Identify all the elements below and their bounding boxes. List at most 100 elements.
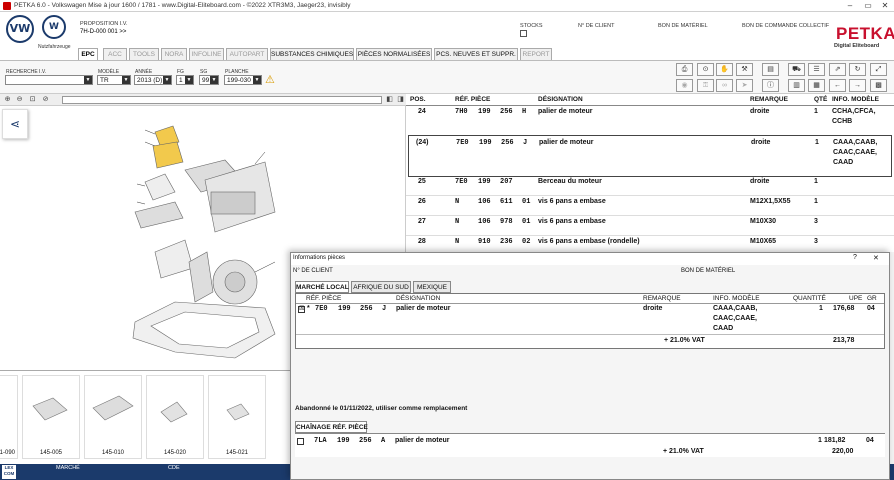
tab-afrique-du-sud[interactable]: AFRIQUE DU SUD — [351, 281, 411, 293]
table-row[interactable]: 24 7H0 199 256 H palier de moteur droite… — [406, 106, 894, 136]
client-label: N° DE CLIENT — [578, 23, 615, 29]
grid-icon[interactable]: ▩ — [870, 79, 887, 92]
vw-nutz-logo: W — [42, 15, 66, 39]
modele-select[interactable]: TR ▼ — [97, 75, 131, 85]
filter-toolbar: RECHERCHE I.V. ▼ MODÈLE TR ▼ ANNÉE 2013 (… — [0, 60, 894, 94]
warning-icon[interactable]: ⚠ — [265, 73, 275, 86]
rotate-icon[interactable]: ↻ — [849, 63, 866, 76]
send-icon[interactable]: ➤ — [736, 79, 753, 92]
lexcom-badge: LEX COM — [2, 465, 16, 479]
table-row[interactable]: 25 7E0 199 207 Berceau du moteur droite … — [406, 178, 894, 196]
tab-infoline[interactable]: INFOLINE — [189, 48, 224, 60]
eye-icon[interactable]: ◉ — [676, 79, 693, 92]
brand-name: Nutzfahrzeuge — [38, 44, 71, 50]
chevron-down-icon: ▼ — [210, 76, 218, 84]
exploded-parts-diagram[interactable] — [115, 112, 285, 364]
table-row[interactable]: 27 N 106 978 01 vis 6 pans a embase M10X… — [406, 218, 894, 236]
zoom-out-icon[interactable]: ⊖ — [15, 95, 24, 104]
window-title: PETKA 6.0 - Volkswagen Mise à jour 1600 … — [14, 2, 351, 9]
tab-nora[interactable]: NORA — [161, 48, 187, 60]
thumbnail[interactable]: 1-090 — [0, 375, 18, 459]
fg-select[interactable]: 1 ▼ — [176, 75, 194, 85]
book-icon[interactable]: ▥ — [788, 79, 805, 92]
close-window-button[interactable]: ✕ — [877, 0, 893, 12]
zoom-reset-icon[interactable]: ⊘ — [41, 95, 50, 104]
recherche-input[interactable]: ▼ — [5, 75, 93, 85]
row-checkbox[interactable]: ☒ — [298, 306, 305, 313]
prev-page-icon[interactable]: ◧ — [385, 95, 394, 104]
dialog-client-label: N° DE CLIENT — [293, 268, 333, 274]
col-designation[interactable]: DÉSIGNATION — [538, 96, 583, 103]
col-remarque[interactable]: REMARQUE — [750, 96, 788, 103]
col-info[interactable]: INFO. MODÈLE — [832, 96, 879, 103]
minimize-button[interactable]: – — [842, 0, 858, 12]
key-icon[interactable]: ⚿ — [697, 79, 714, 92]
tab-chainage[interactable]: CHAÎNAGE RÉF. PIÈCE — [295, 421, 368, 433]
marche-label: MARCHÉ — [56, 465, 80, 471]
thumbnail[interactable]: 145-005 — [22, 375, 80, 459]
chain-total-price: 220,00 — [832, 448, 854, 455]
cart-icon[interactable]: ⛟ — [788, 63, 805, 76]
proposition-value[interactable]: 7H-D-000 001 >> — [80, 29, 126, 35]
parts-info-dialog: Informations pièces ? ✕ N° DE CLIENT BON… — [290, 252, 890, 480]
vw-logo: VW — [6, 15, 34, 43]
stocks-checkbox[interactable] — [520, 30, 527, 37]
chevron-down-icon: ▼ — [253, 76, 261, 84]
table-row-selected[interactable]: (24) 7E0 199 256 J palier de moteur droi… — [408, 135, 892, 177]
sheet-icon[interactable]: ▦ — [808, 79, 825, 92]
thumbnail[interactable]: 145-010 — [84, 375, 142, 459]
sg-select[interactable]: 99 ▼ — [199, 75, 219, 85]
dcol-designation: DÉSIGNATION — [396, 295, 441, 302]
table-row[interactable]: 28 N 910 236 02 vis 6 pans a embase (ron… — [406, 238, 894, 252]
thumbnail-strip: 1-090 145-005 145-010 145-020 145-021 — [0, 370, 290, 464]
dcol-gr: GR — [867, 295, 877, 302]
handshake-icon[interactable]: ✋ — [716, 63, 733, 76]
tab-substances[interactable]: SUBSTANCES CHIMIQUES — [270, 48, 354, 60]
chevron-down-icon: ▼ — [122, 76, 130, 84]
pin-icon[interactable]: ⇗ — [829, 63, 846, 76]
col-qte[interactable]: QTÉ — [814, 96, 827, 103]
zoom-bar: ⊕ ⊖ ⊡ ⊘ ◧ ◨ — [0, 94, 406, 106]
stamp-icon[interactable]: ⊙ — [697, 63, 714, 76]
tab-acc[interactable]: ACC — [103, 48, 127, 60]
share-icon[interactable]: ⋖ — [2, 109, 28, 139]
zoom-in-icon[interactable]: ⊕ — [3, 95, 12, 104]
vat-label: + 21.0% VAT — [664, 337, 705, 344]
planche-select[interactable]: 199-030 ▼ — [224, 75, 262, 85]
tab-mexique[interactable]: MEXIQUE — [413, 281, 451, 293]
tab-tools[interactable]: TOOLS — [129, 48, 159, 60]
zoom-fit-icon[interactable]: ⊡ — [28, 95, 37, 104]
table-row[interactable]: 26 N 106 611 01 vis 6 pans a embase M12X… — [406, 198, 894, 216]
arrow-right-icon[interactable]: → — [849, 79, 866, 92]
zoom-slider[interactable] — [62, 96, 382, 104]
help-icon[interactable]: ? — [853, 254, 857, 261]
tab-pieces-normalisees[interactable]: PIÈCES NORMALISÉES — [356, 48, 432, 60]
next-page-icon[interactable]: ◨ — [396, 95, 405, 104]
info-icon[interactable]: ⓘ — [762, 79, 779, 92]
print-icon[interactable]: ⎙ — [676, 63, 693, 76]
col-ref[interactable]: RÉF. PIÈCE — [455, 96, 490, 103]
list-icon[interactable]: ☰ — [808, 63, 825, 76]
thumbnail[interactable]: 145-021 — [208, 375, 266, 459]
col-pos[interactable]: POS. — [410, 96, 426, 103]
dialog-titlebar: Informations pièces ? ✕ — [291, 253, 889, 265]
highlighted-part[interactable] — [152, 141, 184, 169]
tools-icon[interactable]: ⚒ — [736, 63, 753, 76]
tab-marche-local[interactable]: MARCHÉ LOCAL — [295, 281, 349, 293]
chain-row-checkbox[interactable] — [297, 438, 304, 445]
dcol-ref: RÉF. PIÈCE — [306, 295, 342, 302]
notes-icon[interactable]: ▤ — [762, 63, 779, 76]
close-icon[interactable]: ✕ — [873, 254, 879, 262]
annee-select[interactable]: 2013 (D) ▼ — [134, 75, 172, 85]
dcol-upe: UPE — [849, 295, 863, 302]
tab-pieces-neuves[interactable]: PCS. NEUVES ET SUPPR. — [434, 48, 518, 60]
tab-report[interactable]: REPORT — [520, 48, 552, 60]
chevron-down-icon: ▼ — [163, 76, 171, 84]
arrow-left-icon[interactable]: ← — [829, 79, 846, 92]
expand-icon[interactable]: ⤢ — [870, 63, 887, 76]
link-icon[interactable]: ∞ — [716, 79, 733, 92]
tab-autopart[interactable]: AUTOPART — [226, 48, 268, 60]
proposition-label: PROPOSITION I.V. — [80, 21, 128, 27]
maximize-button[interactable]: ▭ — [860, 0, 876, 12]
thumbnail[interactable]: 145-020 — [146, 375, 204, 459]
